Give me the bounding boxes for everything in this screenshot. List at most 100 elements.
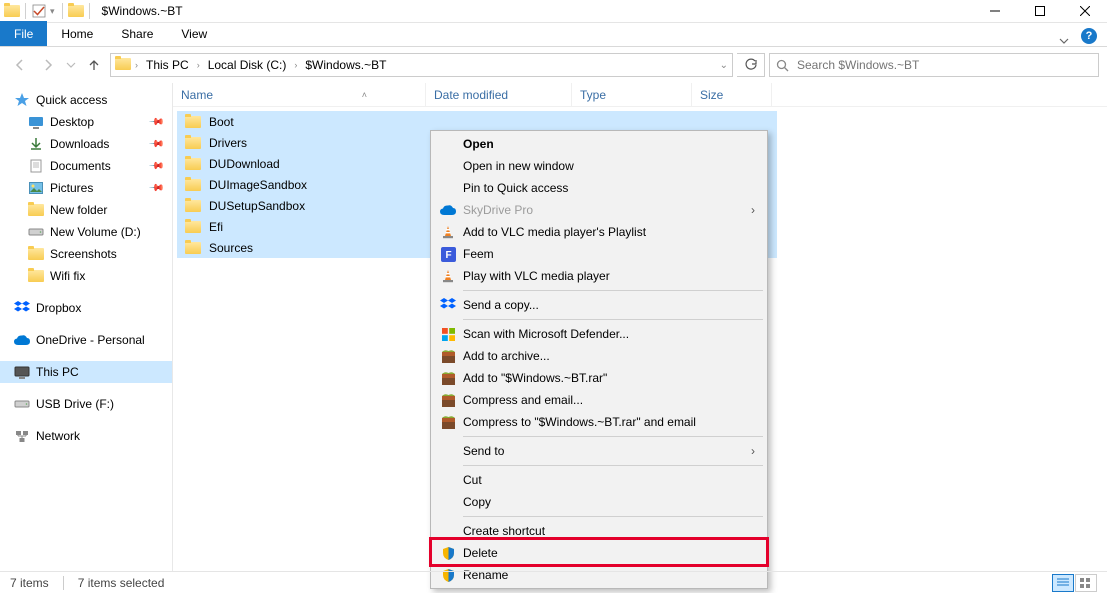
folder-icon (28, 246, 44, 262)
folder-icon (183, 219, 203, 235)
file-row[interactable]: Boot (177, 111, 777, 132)
view-icons-button[interactable] (1075, 574, 1097, 592)
close-button[interactable] (1062, 0, 1107, 23)
search-icon (776, 59, 789, 72)
sidebar-onedrive[interactable]: OneDrive - Personal (0, 329, 172, 351)
ctx-compress-rar-email[interactable]: Compress to "$Windows.~BT.rar" and email (433, 411, 765, 433)
status-bar: 7 items 7 items selected (0, 571, 1107, 593)
ctx-skydrive[interactable]: SkyDrive Pro› (433, 199, 765, 221)
tab-view[interactable]: View (167, 21, 221, 46)
view-details-button[interactable] (1052, 574, 1074, 592)
window-title: $Windows.~BT (102, 4, 183, 18)
pin-icon: 📌 (147, 158, 164, 175)
skydrive-icon (439, 201, 457, 219)
pin-icon: 📌 (147, 114, 164, 131)
ctx-pin-quick-access[interactable]: Pin to Quick access (433, 177, 765, 199)
file-tab[interactable]: File (0, 21, 47, 46)
ctx-add-archive[interactable]: Add to archive... (433, 345, 765, 367)
col-size[interactable]: Size (692, 83, 772, 106)
refresh-button[interactable] (737, 53, 765, 77)
minimize-button[interactable] (972, 0, 1017, 23)
vlc-icon (439, 267, 457, 285)
pin-icon: 📌 (147, 180, 164, 197)
sort-indicator-icon: ˄ (362, 90, 367, 100)
feem-icon: F (439, 245, 457, 263)
help-button[interactable]: ? (1081, 28, 1097, 44)
svg-text:F: F (445, 250, 451, 261)
qat-dropdown-icon[interactable]: ▾ (48, 6, 57, 17)
ctx-delete[interactable]: Delete (433, 542, 765, 564)
sidebar-network[interactable]: Network (0, 425, 172, 447)
sidebar-usb[interactable]: USB Drive (F:) (0, 393, 172, 415)
col-name[interactable]: Name˄ (173, 83, 426, 106)
forward-button[interactable] (36, 53, 60, 77)
sidebar-quick-access[interactable]: Quick access (0, 89, 172, 111)
qat-folder-icon[interactable] (68, 3, 84, 19)
ctx-compress-email[interactable]: Compress and email... (433, 389, 765, 411)
ctx-vlc-play[interactable]: Play with VLC media player (433, 265, 765, 287)
sidebar: Quick access Desktop📌 Downloads📌 Documen… (0, 83, 172, 571)
sidebar-downloads[interactable]: Downloads📌 (0, 133, 172, 155)
ctx-add-rar[interactable]: Add to "$Windows.~BT.rar" (433, 367, 765, 389)
recent-dropdown-icon[interactable] (64, 53, 78, 77)
ctx-feem[interactable]: FFeem (433, 243, 765, 265)
ctx-vlc-add[interactable]: Add to VLC media player's Playlist (433, 221, 765, 243)
col-date[interactable]: Date modified (426, 83, 572, 106)
context-menu: Open Open in new window Pin to Quick acc… (430, 130, 768, 589)
up-button[interactable] (82, 53, 106, 77)
col-type[interactable]: Type (572, 83, 692, 106)
tab-share[interactable]: Share (107, 21, 167, 46)
pc-icon (14, 364, 30, 380)
ctx-copy[interactable]: Copy (433, 491, 765, 513)
star-icon (14, 92, 30, 108)
vlc-icon (439, 223, 457, 241)
sidebar-folder[interactable]: Screenshots (0, 243, 172, 265)
winrar-icon (439, 391, 457, 409)
address-folder-icon (115, 58, 131, 73)
tab-home[interactable]: Home (47, 21, 107, 46)
ctx-send-copy[interactable]: Send a copy... (433, 294, 765, 316)
breadcrumb-seg[interactable]: Local Disk (C:) (204, 56, 291, 74)
maximize-button[interactable] (1017, 0, 1062, 23)
folder-icon (183, 156, 203, 172)
shield-icon (439, 544, 457, 562)
sidebar-this-pc[interactable]: This PC (0, 361, 172, 383)
folder-icon (28, 268, 44, 284)
winrar-icon (439, 347, 457, 365)
ctx-send-to[interactable]: Send to› (433, 440, 765, 462)
sidebar-folder[interactable]: Wifi fix (0, 265, 172, 287)
dropbox-icon (439, 296, 457, 314)
document-icon (28, 158, 44, 174)
breadcrumb-seg[interactable]: $Windows.~BT (301, 56, 390, 74)
ctx-defender[interactable]: Scan with Microsoft Defender... (433, 323, 765, 345)
folder-icon (183, 240, 203, 256)
sidebar-desktop[interactable]: Desktop📌 (0, 111, 172, 133)
drive-icon (14, 396, 30, 412)
back-button[interactable] (8, 53, 32, 77)
app-icon (4, 3, 20, 19)
picture-icon (28, 180, 44, 196)
address-dropdown-icon[interactable]: ⌄ (718, 60, 730, 71)
status-item-count: 7 items (10, 576, 49, 590)
ribbon-collapse-icon[interactable] (1051, 36, 1077, 46)
ctx-create-shortcut[interactable]: Create shortcut (433, 520, 765, 542)
search-box[interactable] (769, 53, 1099, 77)
ctx-open[interactable]: Open (433, 133, 765, 155)
address-bar[interactable]: › This PC › Local Disk (C:) › $Windows.~… (110, 53, 733, 77)
ctx-cut[interactable]: Cut (433, 469, 765, 491)
folder-icon (183, 198, 203, 214)
search-input[interactable] (795, 57, 1092, 73)
submenu-arrow-icon: › (751, 444, 755, 458)
download-icon (28, 136, 44, 152)
breadcrumb-seg[interactable]: This PC (142, 56, 193, 74)
qat-properties-icon[interactable] (31, 3, 47, 19)
sidebar-folder[interactable]: New folder (0, 199, 172, 221)
sidebar-pictures[interactable]: Pictures📌 (0, 177, 172, 199)
folder-icon (183, 177, 203, 193)
sidebar-volume[interactable]: New Volume (D:) (0, 221, 172, 243)
sidebar-dropbox[interactable]: Dropbox (0, 297, 172, 319)
sidebar-documents[interactable]: Documents📌 (0, 155, 172, 177)
folder-icon (183, 114, 203, 130)
ctx-open-new-window[interactable]: Open in new window (433, 155, 765, 177)
winrar-icon (439, 413, 457, 431)
